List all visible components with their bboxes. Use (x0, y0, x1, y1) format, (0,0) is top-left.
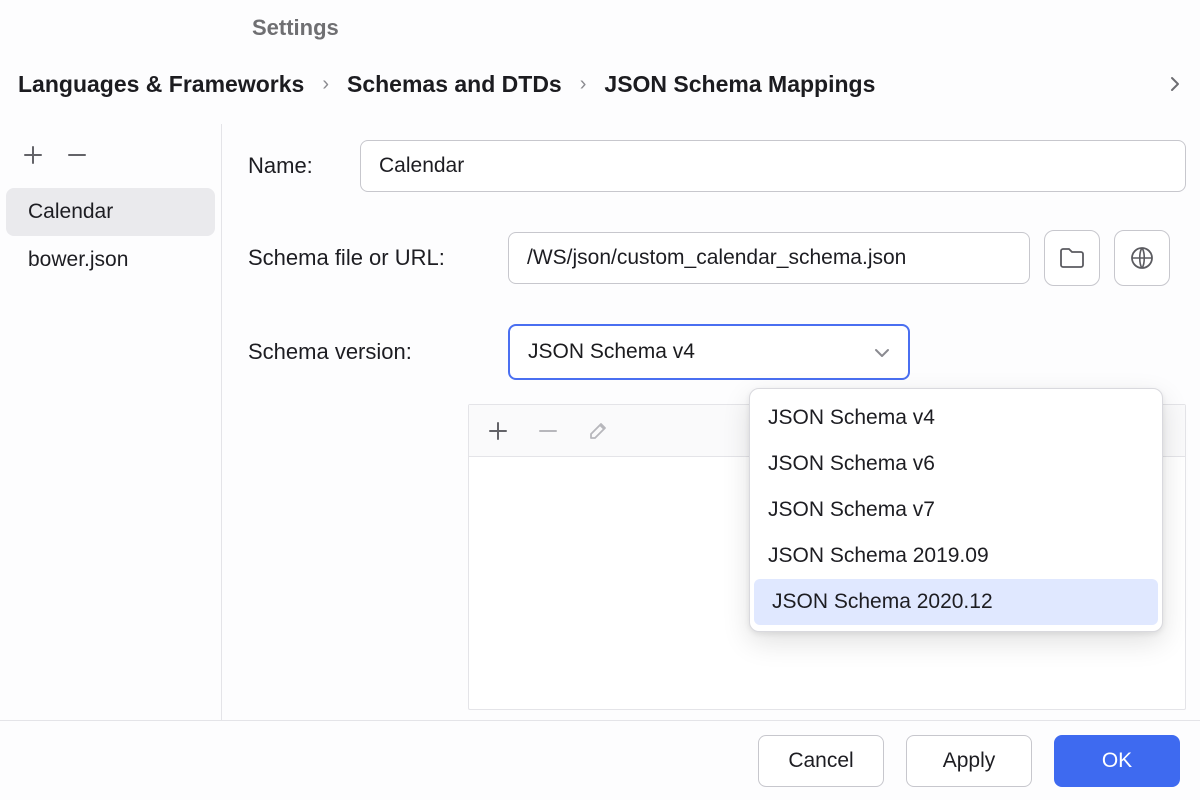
version-option-2020[interactable]: JSON Schema 2020.12 (754, 579, 1158, 625)
cancel-button-label: Cancel (788, 749, 853, 773)
browse-url-button[interactable] (1114, 230, 1170, 286)
version-option-v6[interactable]: JSON Schema v6 (750, 441, 1162, 487)
sidebar-list: Calendar bower.json (0, 188, 221, 284)
name-input[interactable] (360, 140, 1186, 192)
apply-button[interactable]: Apply (906, 735, 1032, 787)
breadcrumb-item-languages[interactable]: Languages & Frameworks (18, 71, 304, 98)
settings-header: Settings (0, 0, 1200, 56)
cancel-button[interactable]: Cancel (758, 735, 884, 787)
apply-button-label: Apply (943, 749, 996, 773)
version-option-label: JSON Schema 2020.12 (772, 590, 993, 614)
sidebar: Calendar bower.json (0, 124, 222, 720)
version-option-label: JSON Schema v7 (768, 498, 935, 522)
add-pattern-button[interactable] (483, 416, 513, 446)
schema-version-dropdown[interactable]: JSON Schema v4 JSON Schema v6 JSON Schem… (749, 388, 1163, 632)
browse-file-button[interactable] (1044, 230, 1100, 286)
schema-url-row: Schema file or URL: (248, 230, 1186, 286)
schema-version-value: JSON Schema v4 (528, 340, 695, 364)
breadcrumb-separator: › (580, 73, 587, 96)
version-option-v7[interactable]: JSON Schema v7 (750, 487, 1162, 533)
chevron-down-icon (874, 340, 890, 364)
version-option-2019[interactable]: JSON Schema 2019.09 (750, 533, 1162, 579)
ok-button-label: OK (1102, 749, 1132, 773)
edit-pattern-button[interactable] (583, 416, 613, 446)
breadcrumb-item-mappings[interactable]: JSON Schema Mappings (604, 71, 875, 98)
version-option-label: JSON Schema v4 (768, 406, 935, 430)
remove-mapping-button[interactable] (62, 140, 92, 170)
schema-url-input[interactable] (508, 232, 1030, 284)
schema-url-label: Schema file or URL: (248, 245, 508, 271)
name-label: Name: (248, 153, 360, 179)
sidebar-item-calendar[interactable]: Calendar (6, 188, 215, 236)
version-option-label: JSON Schema 2019.09 (768, 544, 989, 568)
schema-version-select[interactable]: JSON Schema v4 (508, 324, 910, 380)
dialog-footer: Cancel Apply OK (0, 720, 1200, 800)
schema-version-label: Schema version: (248, 339, 508, 365)
page-title: Settings (252, 15, 339, 41)
version-option-label: JSON Schema v6 (768, 452, 935, 476)
content-area: Name: Schema file or URL: Schema version… (222, 124, 1200, 720)
main-area: Calendar bower.json Name: Schema file or… (0, 124, 1200, 720)
breadcrumb: Languages & Frameworks › Schemas and DTD… (0, 56, 1200, 112)
folder-icon (1059, 247, 1085, 269)
sidebar-item-label: bower.json (28, 248, 128, 272)
chevron-right-icon[interactable] (1168, 74, 1182, 94)
sidebar-toolbar (0, 130, 221, 180)
sidebar-item-label: Calendar (28, 200, 113, 224)
schema-version-row: Schema version: JSON Schema v4 (248, 324, 1186, 380)
ok-button[interactable]: OK (1054, 735, 1180, 787)
globe-icon (1129, 245, 1155, 271)
remove-pattern-button[interactable] (533, 416, 563, 446)
add-mapping-button[interactable] (18, 140, 48, 170)
name-row: Name: (248, 140, 1186, 192)
breadcrumb-item-schemas[interactable]: Schemas and DTDs (347, 71, 562, 98)
sidebar-item-bower[interactable]: bower.json (6, 236, 215, 284)
breadcrumb-separator: › (322, 73, 329, 96)
version-option-v4[interactable]: JSON Schema v4 (750, 395, 1162, 441)
